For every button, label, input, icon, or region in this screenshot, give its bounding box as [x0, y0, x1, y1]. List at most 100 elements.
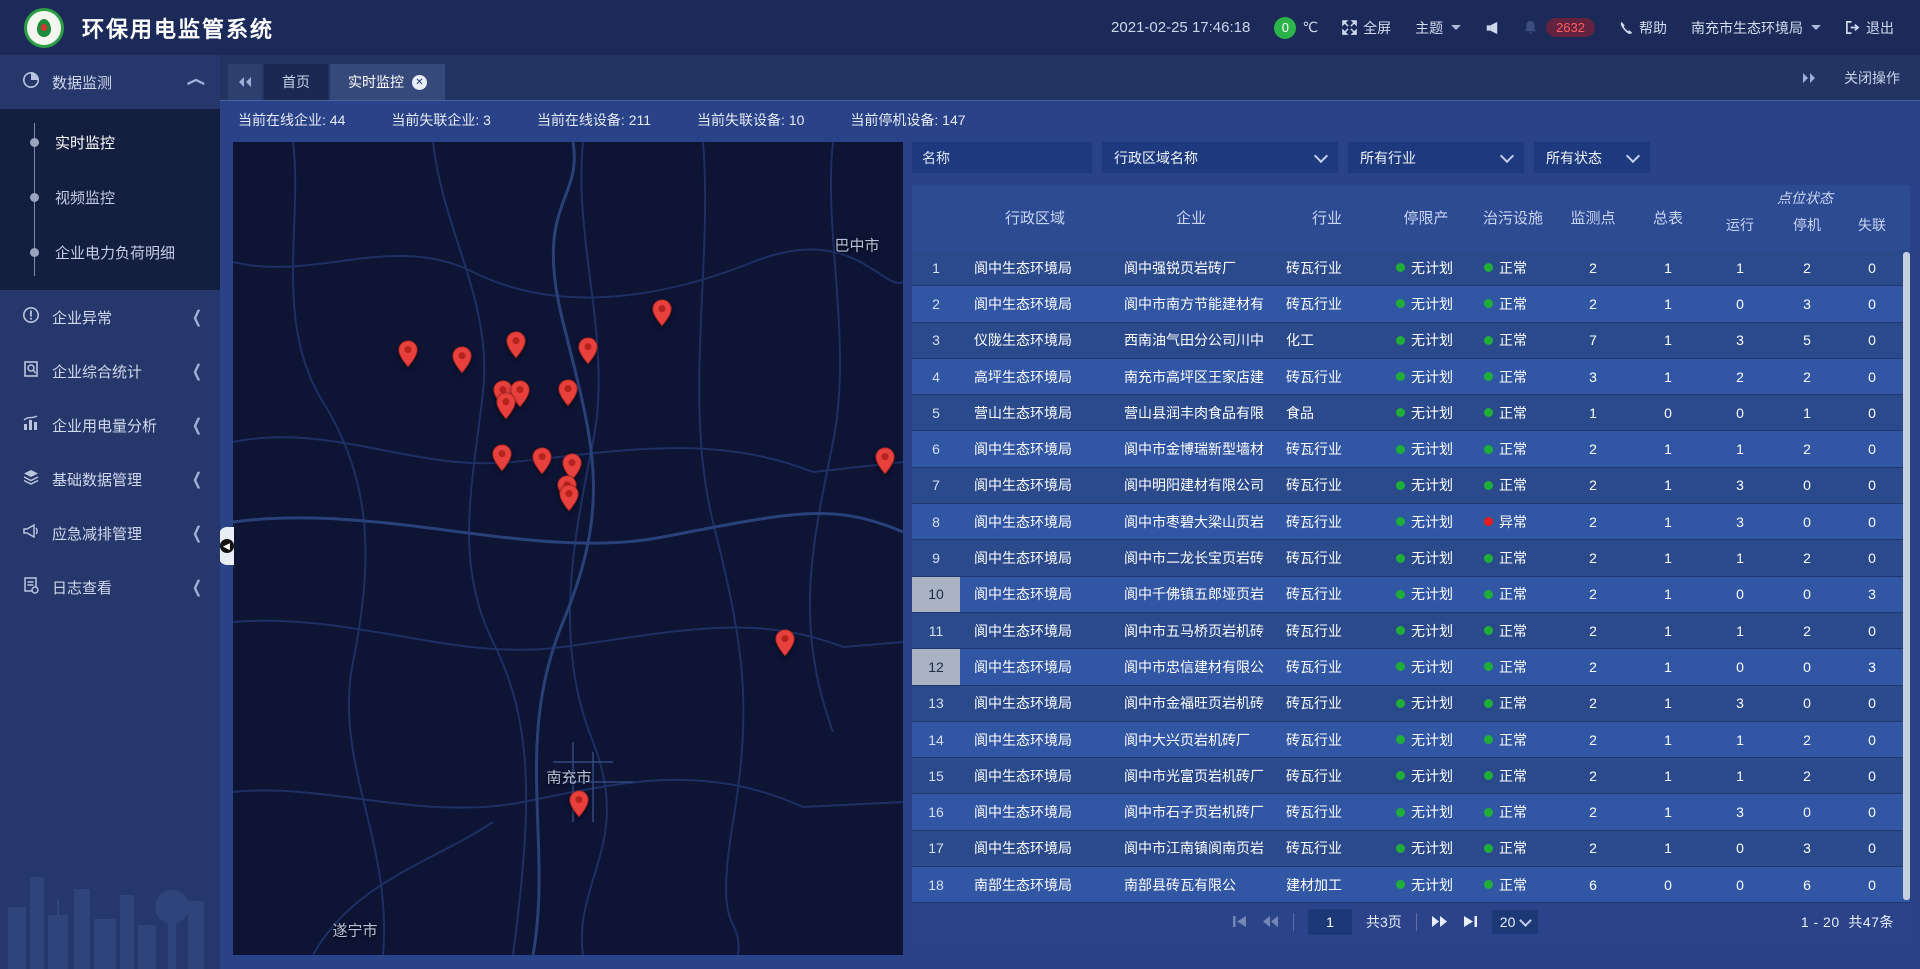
map-pin[interactable] [398, 340, 419, 373]
sidebar-item-realtime-monitoring[interactable]: 实时监控 [0, 115, 220, 170]
table-row[interactable]: 11阆中生态环境局阆中市五马桥页岩机砖砖瓦行业无计划正常21120 [912, 613, 1910, 649]
table-row[interactable]: 7阆中生态环境局阆中明阳建材有限公司砖瓦行业无计划正常21300 [912, 468, 1910, 504]
table-row[interactable]: 16阆中生态环境局阆中市石子页岩机砖厂砖瓦行业无计划正常21300 [912, 794, 1910, 830]
tab-home[interactable]: 首页 [264, 64, 328, 100]
close-operations-button[interactable]: 关闭操作 [1844, 68, 1900, 88]
region-filter-select[interactable]: 行政区域名称 [1102, 142, 1338, 173]
sidebar-item-enterprise-statistics[interactable]: 企业综合统计❮ [0, 344, 220, 398]
map-pin[interactable] [532, 447, 553, 480]
map-pin[interactable] [652, 299, 673, 332]
theme-dropdown[interactable]: 主题 [1415, 18, 1461, 38]
cell-treatment-facility: 正常 [1470, 468, 1556, 503]
table-row[interactable]: 10阆中生态环境局阆中千佛镇五郎垭页岩砖瓦行业无计划正常21003 [912, 577, 1910, 613]
map-pin[interactable] [775, 629, 796, 662]
table-row[interactable]: 2阆中生态环境局阆中市南方节能建材有砖瓦行业无计划正常21030 [912, 286, 1910, 322]
map-pin[interactable] [492, 444, 513, 477]
map-pin[interactable] [558, 379, 579, 412]
logout-icon [1845, 20, 1860, 35]
cell-region: 阆中生态环境局 [960, 686, 1110, 721]
cell-total-meter: 1 [1630, 577, 1706, 612]
table-row[interactable]: 3仪陇生态环境局西南油气田分公司川中化工无计划正常71350 [912, 323, 1910, 359]
chevron-left-icon: ❮ [192, 469, 202, 489]
last-page-button[interactable] [1462, 915, 1478, 928]
table-row[interactable]: 12阆中生态环境局阆中市忠信建材有限公砖瓦行业无计划正常21003 [912, 649, 1910, 685]
sidebar-item-emergency-reduction[interactable]: 应急减排管理❮ [0, 506, 220, 560]
mute-button[interactable] [1485, 21, 1499, 35]
map-collapse-toggle[interactable]: ◀ [219, 527, 234, 565]
industry-filter-select[interactable]: 所有行业 [1348, 142, 1524, 173]
first-page-button[interactable] [1232, 915, 1248, 928]
cell-region: 阆中生态环境局 [960, 831, 1110, 866]
sidebar-item-video-monitoring[interactable]: 视频监控 [0, 170, 220, 225]
col-monitor-points: 监测点 [1556, 185, 1630, 250]
page-number-input[interactable] [1308, 909, 1352, 935]
pagination-range: 1 - 20 共47条 [1801, 912, 1894, 932]
cell-stopped: 5 [1774, 323, 1840, 358]
table-row[interactable]: 6阆中生态环境局阆中市金博瑞新型墙材砖瓦行业无计划正常21120 [912, 431, 1910, 467]
cell-total-meter: 1 [1630, 431, 1706, 466]
sidebar-item-log-view[interactable]: 日志查看❮ [0, 560, 220, 614]
sidebar-item-data-monitoring[interactable]: 数据监测❮ [0, 55, 220, 109]
status-dot-green [1484, 699, 1493, 708]
table-row[interactable]: 15阆中生态环境局阆中市光富页岩机砖厂砖瓦行业无计划正常21120 [912, 758, 1910, 794]
org-dropdown[interactable]: 南充市生态环境局 [1691, 18, 1821, 38]
tab-label: 实时监控 [348, 72, 404, 92]
double-chevron-right-icon[interactable] [1802, 72, 1816, 84]
map-pin[interactable] [875, 447, 896, 480]
cell-offline: 0 [1840, 686, 1904, 721]
sidebar-item-power-load-detail[interactable]: 企业电力负荷明细 [0, 225, 220, 280]
map-pin[interactable] [569, 790, 590, 823]
map-pin[interactable] [452, 346, 473, 379]
map-pin[interactable] [506, 331, 527, 364]
logout-button[interactable]: 退出 [1845, 18, 1894, 38]
table-scrollbar[interactable] [1903, 252, 1910, 900]
table-row[interactable]: 5营山生态环境局营山县润丰肉食品有限食品无计划正常10010 [912, 395, 1910, 431]
cell-offline: 0 [1840, 468, 1904, 503]
help-button[interactable]: 帮助 [1619, 18, 1667, 38]
table-row[interactable]: 9阆中生态环境局阆中市二龙长宝页岩砖砖瓦行业无计划正常21120 [912, 540, 1910, 576]
map-panel[interactable]: 巴中市南充市遂宁市 [233, 142, 903, 955]
cell-offline: 0 [1840, 395, 1904, 430]
cell-production-limit: 无计划 [1382, 831, 1470, 866]
cell-stopped: 0 [1774, 468, 1840, 503]
cell-treatment-facility: 正常 [1470, 831, 1556, 866]
sidebar-item-power-usage-analysis[interactable]: 企业用电量分析❮ [0, 398, 220, 452]
sidebar-item-label: 企业异常 [52, 307, 112, 328]
cell-treatment-facility: 正常 [1470, 395, 1556, 430]
cell-production-limit: 无计划 [1382, 395, 1470, 430]
next-page-button[interactable] [1431, 915, 1448, 928]
table-row[interactable]: 8阆中生态环境局阆中市枣碧大梁山页岩砖瓦行业无计划异常21300 [912, 504, 1910, 540]
table-row[interactable]: 1阆中生态环境局阆中强锐页岩砖厂砖瓦行业无计划正常21120 [912, 250, 1910, 286]
cell-enterprise: 阆中市金福旺页岩机砖 [1110, 686, 1272, 721]
table-row[interactable]: 14阆中生态环境局阆中大兴页岩机砖厂砖瓦行业无计划正常21120 [912, 722, 1910, 758]
cell-production-limit: 无计划 [1382, 359, 1470, 394]
name-filter-input[interactable] [912, 142, 1092, 173]
fullscreen-button[interactable]: 全屏 [1342, 18, 1391, 38]
status-filter-select[interactable]: 所有状态 [1534, 142, 1650, 173]
sidebar-item-base-data-management[interactable]: 基础数据管理❮ [0, 452, 220, 506]
prev-page-button[interactable] [1262, 915, 1279, 928]
map-pin[interactable] [559, 484, 580, 517]
map-pin[interactable] [496, 392, 517, 425]
cell-region: 阆中生态环境局 [960, 250, 1110, 285]
cell-industry: 建材加工 [1272, 867, 1382, 902]
close-icon[interactable]: ✕ [412, 75, 427, 90]
notifications-button[interactable]: 2632 [1523, 18, 1595, 37]
cell-running: 1 [1706, 540, 1774, 575]
tab-scroll-left-button[interactable] [228, 64, 262, 100]
page-size-select[interactable]: 20 [1492, 910, 1539, 934]
table-row[interactable]: 17阆中生态环境局阆中市江南镇阆南页岩砖瓦行业无计划正常21030 [912, 831, 1910, 867]
sidebar-item-enterprise-abnormal[interactable]: 企业异常❮ [0, 290, 220, 344]
table-row[interactable]: 4高坪生态环境局南充市高坪区王家店建砖瓦行业无计划正常31220 [912, 359, 1910, 395]
cell-enterprise: 阆中大兴页岩机砖厂 [1110, 722, 1272, 757]
divider [1416, 913, 1417, 931]
divider [1293, 913, 1294, 931]
table-row[interactable]: 13阆中生态环境局阆中市金福旺页岩机砖砖瓦行业无计划正常21300 [912, 686, 1910, 722]
cell-total-meter: 1 [1630, 540, 1706, 575]
cell-industry: 砖瓦行业 [1272, 468, 1382, 503]
table-row[interactable]: 18南部生态环境局南部县砖瓦有限公建材加工无计划正常60060 [912, 867, 1910, 903]
map-pin[interactable] [578, 337, 599, 370]
header-datetime: 2021-02-25 17:46:18 [1111, 19, 1250, 36]
tab-realtime[interactable]: 实时监控 ✕ [330, 64, 445, 100]
row-number: 12 [912, 649, 960, 684]
